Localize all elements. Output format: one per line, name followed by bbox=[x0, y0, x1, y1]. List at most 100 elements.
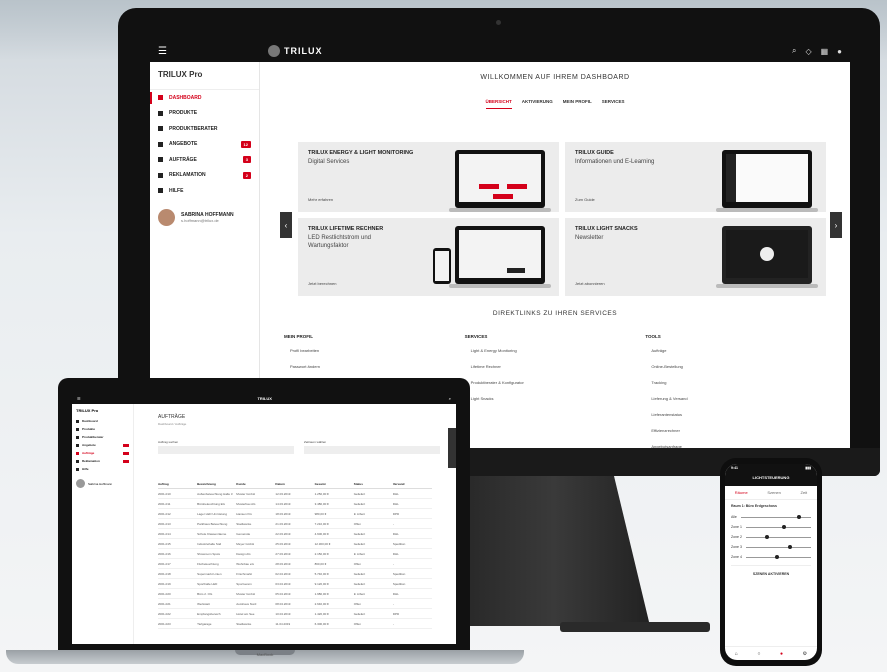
slider-knob[interactable] bbox=[781, 524, 786, 529]
phone-tab[interactable]: Zeit bbox=[801, 490, 808, 495]
logo[interactable]: TRILUX bbox=[268, 45, 783, 57]
direct-link[interactable]: Aufträge bbox=[645, 348, 826, 353]
brightness-slider[interactable] bbox=[745, 524, 811, 529]
breadcrumb: Dashboard / Aufträge bbox=[158, 422, 187, 426]
direct-link[interactable]: Light Snacks bbox=[465, 396, 646, 401]
sidebar-item-reklamation[interactable]: Reklamation 2 bbox=[150, 168, 259, 184]
table-row[interactable]: 2001-012 Lager LED Umrüstung Hansen KG 18.0… bbox=[158, 509, 432, 519]
table-cell: 22.03.2019 bbox=[275, 531, 291, 536]
table-row[interactable]: 2001-018 Supermarkt Linien Frischmarkt 02.0… bbox=[158, 569, 432, 579]
table-cell: Hansen KG bbox=[236, 511, 252, 516]
column-header[interactable]: Datum bbox=[275, 482, 314, 486]
bulb-icon[interactable]: ○ bbox=[757, 651, 760, 657]
sidebar-item-aufträge[interactable]: Aufträge 3 bbox=[150, 152, 259, 168]
direct-link[interactable]: Light & Energy Monitoring bbox=[465, 348, 646, 353]
sidebar-item[interactable]: Dashboard bbox=[72, 417, 133, 425]
table-row[interactable]: 2001-017 Flurbeleuchtung Wohnbau eG 28.03.2… bbox=[158, 559, 432, 569]
direct-link[interactable]: Effizienzrechner bbox=[645, 428, 826, 433]
carousel-prev-button[interactable]: ‹ bbox=[280, 212, 292, 238]
tab-mein profil[interactable]: MEIN PROFIL bbox=[563, 99, 592, 109]
date-range-input[interactable] bbox=[304, 446, 440, 454]
card-subtitle: Digital Services bbox=[308, 159, 350, 165]
column-header[interactable]: Gesamt bbox=[315, 482, 354, 486]
table-row[interactable]: 2001-019 Sporthalle LED Sportverein 03.04.2… bbox=[158, 579, 432, 589]
direct-link[interactable]: Lieferantenstatus bbox=[645, 412, 826, 417]
grid-icon[interactable]: ▦ bbox=[821, 47, 829, 56]
logo-text[interactable]: TRILUX bbox=[81, 396, 449, 401]
phone-tab[interactable]: Szenen bbox=[767, 490, 781, 495]
column-header[interactable]: Bezeichnung bbox=[197, 482, 236, 486]
column-header[interactable]: Versand bbox=[393, 482, 432, 486]
search-icon[interactable]: ⌕ bbox=[449, 396, 451, 401]
user-profile[interactable]: SABRINA HOFFMANN s.hoffmann@trilux.de bbox=[150, 199, 259, 236]
sidebar-item[interactable]: Reklamation bbox=[72, 457, 133, 465]
menu-icon[interactable]: ☰ bbox=[158, 46, 268, 57]
brightness-slider[interactable] bbox=[745, 544, 811, 549]
table-row[interactable]: 2001-020 Büro 2. OG Muster GmbH 05.04.2019 1… bbox=[158, 589, 432, 599]
table-cell: 18.03.2019 bbox=[275, 511, 291, 516]
table-cell: 2001-015 bbox=[158, 541, 171, 546]
phone-tab[interactable]: Räume bbox=[735, 490, 748, 495]
sidebar-item-hilfe[interactable]: Hilfe bbox=[150, 183, 259, 199]
slider-knob[interactable] bbox=[775, 554, 780, 559]
card-light-snacks[interactable]: TRILUX LIGHT SNACKS Newsletter Jetzt abo… bbox=[565, 218, 826, 296]
card-link[interactable]: Jetzt abonnieren bbox=[575, 281, 605, 286]
card-link[interactable]: Mehr erfahren bbox=[308, 197, 333, 202]
table-row[interactable]: 2001-011 Bürobeleuchtung EG Musterbau AG 14… bbox=[158, 499, 432, 509]
sidebar-item[interactable]: Angebote bbox=[72, 441, 133, 449]
sidebar-item-produkte[interactable]: Produkte bbox=[150, 106, 259, 122]
sidebar-item-dashboard[interactable]: Dashboard bbox=[150, 90, 259, 106]
card-link[interactable]: Zum Guide bbox=[575, 197, 595, 202]
brightness-slider[interactable] bbox=[745, 534, 811, 539]
direct-link[interactable]: Online-Bestellung bbox=[645, 364, 826, 369]
slider-knob[interactable] bbox=[788, 544, 793, 549]
table-row[interactable]: 2001-015 Industriehalle Süd Meyer GmbH 25.0… bbox=[158, 539, 432, 549]
column-header[interactable]: Status bbox=[354, 482, 393, 486]
table-row[interactable]: 2001-021 Werkstatt Autohaus Nord 08.04.2019… bbox=[158, 599, 432, 609]
card-energy-monitoring[interactable]: TRILUX ENERGY & LIGHT MONITORING Digital… bbox=[298, 142, 559, 213]
direct-link[interactable]: Lieferung & Versand bbox=[645, 396, 826, 401]
slider-knob[interactable] bbox=[765, 534, 770, 539]
orders-table: Auftrag Bezeichnung Kunde Datum Gesamt Status… bbox=[158, 482, 432, 629]
side-toolbar[interactable] bbox=[448, 428, 456, 468]
brightness-slider[interactable] bbox=[740, 514, 811, 519]
slider-knob[interactable] bbox=[796, 514, 801, 519]
column-header[interactable]: Auftrag bbox=[158, 482, 197, 486]
table-row[interactable]: 2001-016 Showroom Spots Design AG 27.03.201… bbox=[158, 549, 432, 559]
home-icon[interactable]: ⌂ bbox=[735, 651, 738, 657]
tab-aktivierung[interactable]: AKTIVIERUNG bbox=[522, 99, 553, 109]
sidebar-item[interactable]: Produkte bbox=[72, 425, 133, 433]
search-icon[interactable]: ⌕ bbox=[792, 46, 796, 56]
brightness-slider[interactable] bbox=[745, 554, 811, 559]
table-row[interactable]: 2001-013 Parkhaus Beleuchtung Stadtwerke 21… bbox=[158, 519, 432, 529]
direct-link[interactable]: Passwort ändern bbox=[284, 364, 465, 369]
direct-link[interactable]: Profil bearbeiten bbox=[284, 348, 465, 353]
card-lifetime-calculator[interactable]: TRILUX LIFETIME RECHNER LED Restlichtstr… bbox=[298, 218, 559, 296]
tab-übersicht[interactable]: ÜBERSICHT bbox=[485, 99, 512, 109]
table-row[interactable]: 2001-010 Außenbeleuchtung Halle 3 Muster G… bbox=[158, 489, 432, 499]
table-cell: 2001-013 bbox=[158, 521, 171, 526]
user-icon[interactable]: ● bbox=[837, 47, 842, 56]
sidebar-item-produktberater[interactable]: Produktberater bbox=[150, 121, 259, 137]
table-row[interactable]: 2001-022 Empfangsbereich Hotel am See 10.04… bbox=[158, 609, 432, 619]
table-row[interactable]: 2001-014 Schule Klassenräume Gemeinde 22.03… bbox=[158, 529, 432, 539]
laptop-device: ☰ TRILUX ⌕ TRILUX Pro Dashboard Produkte P… bbox=[58, 378, 470, 650]
bell-icon[interactable]: ◇ bbox=[805, 47, 811, 56]
sidebar-item[interactable]: Produktberater bbox=[72, 433, 133, 441]
power-icon[interactable]: ● bbox=[780, 651, 783, 657]
sidebar-item[interactable]: Aufträge bbox=[72, 449, 133, 457]
user-profile[interactable]: Sabrina Hoffmann bbox=[72, 473, 133, 494]
table-row[interactable]: 2001-023 Tiefgarage Stadtwerke 11.04.2019 6.… bbox=[158, 619, 432, 629]
search-input[interactable] bbox=[158, 446, 294, 454]
direct-link[interactable]: Produktberater & Konfigurator bbox=[465, 380, 646, 385]
sidebar-item[interactable]: Hilfe bbox=[72, 465, 133, 473]
tab-services[interactable]: SERVICES bbox=[602, 99, 625, 109]
carousel-next-button[interactable]: › bbox=[830, 212, 842, 238]
column-header[interactable]: Kunde bbox=[236, 482, 275, 486]
settings-icon[interactable]: ⚙ bbox=[803, 651, 807, 657]
card-guide[interactable]: TRILUX GUIDE Informationen und E-Learnin… bbox=[565, 142, 826, 213]
direct-link[interactable]: Tracking bbox=[645, 380, 826, 385]
sidebar-item-angebote[interactable]: Angebote 12 bbox=[150, 137, 259, 153]
direct-link[interactable]: Lifetime Rechner bbox=[465, 364, 646, 369]
card-link[interactable]: Jetzt berechnen bbox=[308, 281, 336, 286]
